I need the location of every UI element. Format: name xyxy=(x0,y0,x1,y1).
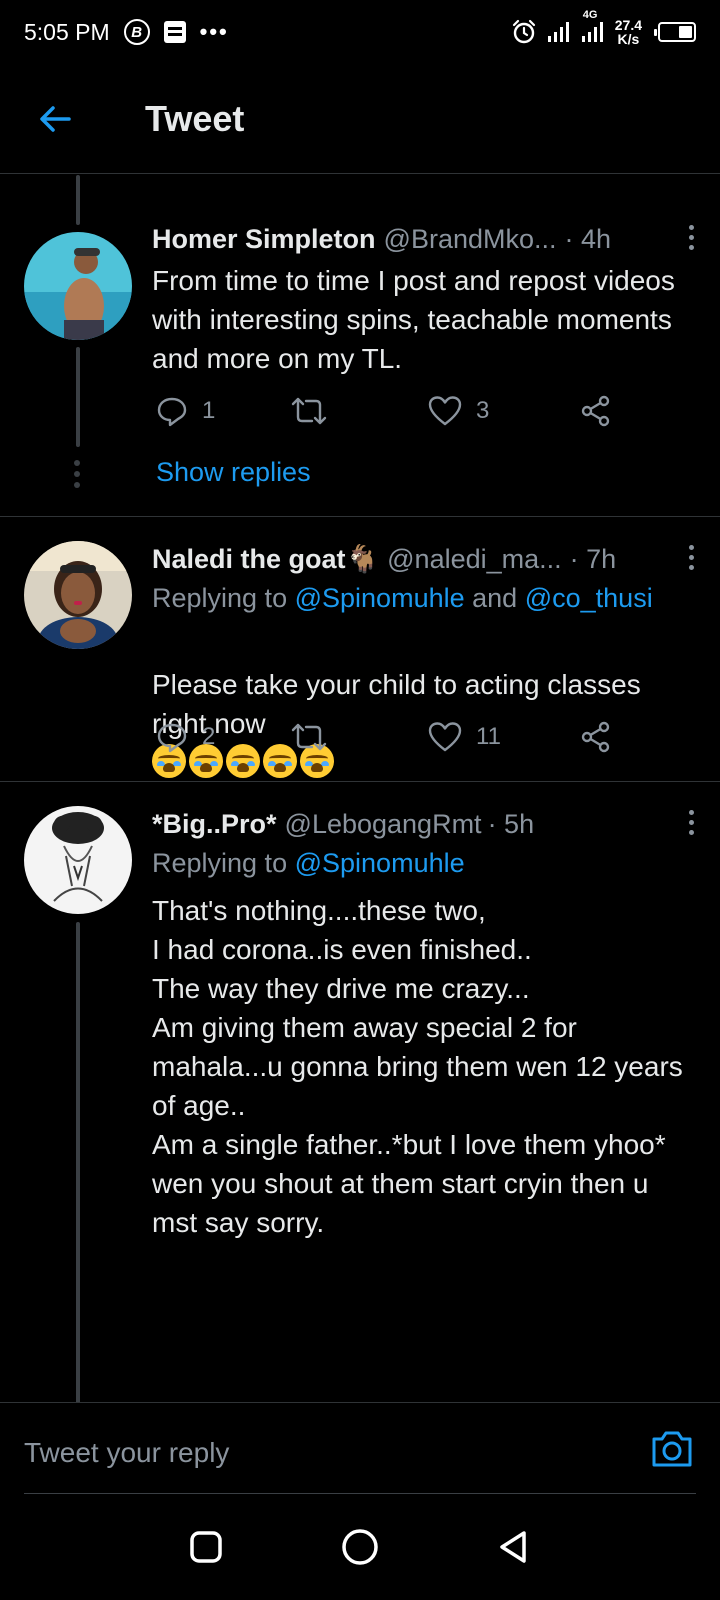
thread-connector xyxy=(76,347,80,447)
like-count: 11 xyxy=(476,723,501,750)
mention-link[interactable]: @co_thusi xyxy=(525,583,653,613)
tweet-header: Naledi the goat🐐 @naledi_ma... · 7h xyxy=(152,541,696,577)
tweet[interactable]: Homer Simpleton @BrandMko... · 4h From t… xyxy=(0,175,720,517)
notes-icon xyxy=(163,21,186,43)
home-icon[interactable] xyxy=(340,1527,380,1567)
retweet-button[interactable] xyxy=(290,395,342,427)
reply-input[interactable]: Tweet your reply xyxy=(24,1437,229,1469)
like-button[interactable]: 3 xyxy=(428,395,489,427)
battery-level xyxy=(678,26,692,38)
tweet-time: · 7h xyxy=(569,543,617,574)
replying-to: Replying to @Spinomuhle and @co_thusi xyxy=(152,583,696,614)
heart-icon xyxy=(428,722,462,752)
reply-button[interactable]: 1 xyxy=(156,395,215,427)
thread-connector xyxy=(76,922,80,1402)
top-app-bar: Tweet xyxy=(0,64,720,174)
display-name[interactable]: *Big..Pro* xyxy=(152,809,277,840)
network-signal-4g: 4G xyxy=(581,9,605,43)
reply-count: 1 xyxy=(202,397,216,424)
avatar[interactable] xyxy=(24,806,132,914)
tweet-thread[interactable]: Homer Simpleton @BrandMko... · 4h From t… xyxy=(0,175,720,1402)
battery-icon xyxy=(654,22,696,42)
tweet-content: *Big..Pro* @LebogangRmt · 5h Replying to… xyxy=(152,806,696,1242)
display-name[interactable]: Homer Simpleton xyxy=(152,224,376,255)
arrow-left-icon xyxy=(40,105,71,132)
mention-link[interactable]: @Spinomuhle xyxy=(295,583,465,613)
recent-apps-icon[interactable] xyxy=(188,1529,224,1565)
avatar[interactable] xyxy=(24,232,132,340)
speed-value: 27.4 xyxy=(614,17,642,33)
share-button[interactable] xyxy=(580,395,612,427)
display-name[interactable]: Naledi the goat🐐 xyxy=(152,543,379,575)
alarm-icon xyxy=(512,19,535,44)
share-button[interactable] xyxy=(580,721,612,753)
status-time: 5:05 PM xyxy=(24,18,110,45)
avatar-image xyxy=(24,541,132,649)
more-notifications-icon: ••• xyxy=(199,19,229,44)
status-bar: 5:05 PM B ••• 4G 27.4 K/s xyxy=(0,0,720,64)
network-label: 4G xyxy=(582,9,598,21)
tweet-content: Homer Simpleton @BrandMko... · 4h From t… xyxy=(152,221,696,378)
replying-and-label: and xyxy=(472,583,518,613)
tweet[interactable]: Naledi the goat🐐 @naledi_ma... · 7h Repl… xyxy=(0,517,720,782)
tweet-time: · 4h xyxy=(564,223,612,254)
more-options-icon[interactable] xyxy=(686,810,696,835)
network-speed: 27.4 K/s xyxy=(615,18,642,46)
tweet[interactable]: *Big..Pro* @LebogangRmt · 5h Replying to… xyxy=(0,782,720,1402)
tweet-actions: 1 3 xyxy=(152,395,612,435)
back-nav-icon[interactable] xyxy=(496,1529,532,1565)
speed-unit: K/s xyxy=(617,31,640,47)
replying-to: Replying to @Spinomuhle xyxy=(152,848,696,879)
tweet-text: That's nothing....these two, I had coron… xyxy=(152,895,683,1238)
retweet-icon xyxy=(291,397,327,425)
share-icon xyxy=(581,395,610,427)
page-title: Tweet xyxy=(145,97,245,139)
retweet-icon xyxy=(291,723,327,751)
like-button[interactable]: 11 xyxy=(428,721,501,753)
tweet-header: Homer Simpleton @BrandMko... · 4h xyxy=(152,221,696,257)
avatar-image xyxy=(24,232,132,340)
avatar[interactable] xyxy=(24,541,132,649)
reply-button[interactable]: 2 xyxy=(156,721,215,753)
replying-to-label: Replying to xyxy=(152,583,288,613)
more-options-icon[interactable] xyxy=(686,225,696,250)
tweet-time: · 5h xyxy=(487,808,535,839)
like-count: 3 xyxy=(476,397,490,424)
mention-link[interactable]: @Spinomuhle xyxy=(295,848,465,878)
replying-to-label: Replying to xyxy=(152,848,288,878)
user-handle[interactable]: @naledi_ma... xyxy=(387,544,562,575)
more-options-icon[interactable] xyxy=(686,545,696,570)
thread-gap-dots xyxy=(74,460,80,488)
tweet-text: From time to time I post and repost vide… xyxy=(152,265,675,374)
speech-bubble-icon xyxy=(157,723,187,753)
system-navigation-bar xyxy=(0,1494,720,1600)
b-badge-icon: B xyxy=(123,19,150,45)
speech-bubble-icon xyxy=(157,397,187,427)
heart-icon xyxy=(428,396,462,426)
show-replies-link[interactable]: Show replies xyxy=(156,457,311,488)
user-handle[interactable]: @BrandMko... xyxy=(384,224,557,255)
signal-icon-2 xyxy=(581,22,603,42)
signal-icon xyxy=(547,22,569,42)
reply-count: 2 xyxy=(202,723,216,750)
retweet-button[interactable] xyxy=(290,721,342,753)
reply-composer-bar: Tweet your reply xyxy=(0,1402,720,1494)
back-button[interactable] xyxy=(0,64,110,174)
camera-button[interactable] xyxy=(648,1425,696,1473)
avatar-image xyxy=(24,806,132,914)
tweet-header: *Big..Pro* @LebogangRmt · 5h xyxy=(152,806,696,842)
camera-icon xyxy=(652,1431,692,1467)
user-handle[interactable]: @LebogangRmt xyxy=(285,809,482,840)
share-icon xyxy=(581,721,610,753)
tweet-actions: 2 11 xyxy=(152,721,612,761)
